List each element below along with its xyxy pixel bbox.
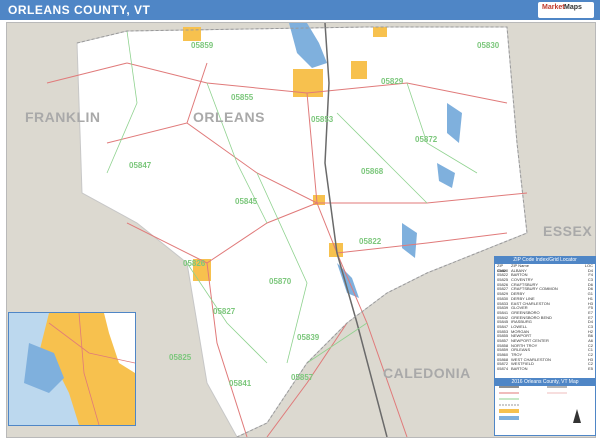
zip-label: 05825 <box>169 353 192 362</box>
zip-label: 05859 <box>191 41 214 50</box>
map-title: ORLEANS COUNTY, VT <box>8 3 151 17</box>
inset-svg <box>24 313 135 425</box>
map-key-symbols <box>499 386 581 423</box>
region-label-orleans: ORLEANS <box>193 109 265 125</box>
brand-name: Market <box>542 4 565 11</box>
town-derby <box>351 61 367 79</box>
brand-logo: Market Maps <box>538 2 594 18</box>
town-north-troy <box>183 27 201 41</box>
zip-label: 05853 <box>311 115 334 124</box>
legend-row: 05874 BARTON E5 <box>495 366 595 372</box>
map-key: 2016 Orleans County, VT Map <box>494 378 596 436</box>
region-label-caledonia: CALEDONIA <box>383 365 471 381</box>
region-label-essex: ESSEX <box>543 223 593 239</box>
zip-label: 05845 <box>235 197 258 206</box>
brand-sub: Maps <box>564 4 582 11</box>
zip-label: 05847 <box>129 161 152 170</box>
legend-heading: ZIP Code Index/Grid Locator <box>495 257 595 264</box>
zip-label: 05830 <box>477 41 500 50</box>
legend-loc: E5 <box>588 366 593 372</box>
town-derby-line <box>373 27 387 37</box>
zip-label: 05826 <box>183 259 206 268</box>
legend-rows: 05820 ALBANY D4 05822 BARTON F4 05825 COVENTRY C… <box>495 268 595 372</box>
region-label-franklin: FRANKLIN <box>25 109 101 125</box>
zip-label: 05822 <box>359 237 382 246</box>
zip-label: 05839 <box>297 333 320 342</box>
inset-map[interactable] <box>8 312 136 426</box>
zip-label: 05870 <box>269 277 292 286</box>
zip-code-index: ZIP Code Index/Grid Locator ZIP Code ZIP… <box>494 256 596 380</box>
zip-label: 05841 <box>229 379 252 388</box>
zip-label: 05868 <box>361 167 384 176</box>
legend-zip: 05874 <box>497 366 509 372</box>
zip-label: 05827 <box>213 307 236 316</box>
zip-label: 05829 <box>381 77 404 86</box>
legend-name: BARTON <box>511 367 528 372</box>
zip-label: 05872 <box>415 135 438 144</box>
zip-label: 05857 <box>291 373 314 382</box>
zip-label: 05855 <box>231 93 254 102</box>
title-bar: ORLEANS COUNTY, VT Market Maps <box>0 0 600 20</box>
